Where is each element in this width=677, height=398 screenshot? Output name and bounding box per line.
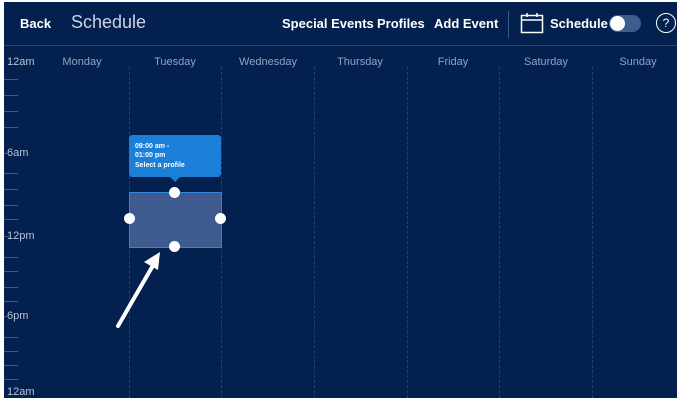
grid-top-line — [4, 45, 677, 46]
add-event-link[interactable]: Add Event — [434, 16, 498, 31]
day-header-friday: Friday — [437, 56, 469, 68]
hour-tick — [4, 337, 18, 338]
tooltip-pointer — [170, 177, 180, 182]
hour-tick — [4, 379, 18, 380]
hour-tick — [4, 111, 18, 112]
back-button[interactable]: Back — [20, 16, 51, 31]
time-label-6am: 6am — [7, 147, 29, 159]
day-header-saturday: Saturday — [523, 56, 569, 68]
schedule-toggle[interactable] — [609, 15, 641, 32]
day-column-divider — [407, 67, 408, 398]
select-profile-link[interactable]: Select a profile — [135, 162, 185, 169]
hour-tick — [4, 95, 18, 96]
day-header-sunday: Sunday — [619, 56, 657, 68]
page-title: Schedule — [71, 12, 147, 32]
day-column-divider — [499, 67, 500, 398]
time-label-12am-end: 12am — [7, 386, 35, 398]
top-bar: Back Schedule Special Events Profiles Ad… — [4, 2, 677, 45]
time-label-6pm: 6pm — [7, 310, 29, 322]
event-time-range: 09:00 am - 01:00 pm — [135, 142, 169, 160]
event-block[interactable] — [129, 192, 222, 248]
resize-handle-left[interactable] — [124, 213, 135, 224]
event-time-tooltip[interactable]: 09:00 am - 01:00 pm Select a profile — [129, 135, 221, 182]
day-header-tuesday: Tuesday — [154, 56, 196, 68]
event-start-time: 09:00 am - — [135, 143, 170, 150]
resize-handle-right[interactable] — [215, 213, 226, 224]
hour-tick — [4, 257, 18, 258]
hour-tick — [4, 287, 18, 288]
day-column-divider — [314, 67, 315, 398]
header-divider — [508, 11, 509, 38]
profiles-link[interactable]: Profiles — [377, 16, 425, 31]
resize-handle-top[interactable] — [169, 187, 180, 198]
hour-tick — [4, 351, 18, 352]
toggle-knob — [610, 16, 625, 31]
hour-tick — [4, 153, 9, 154]
day-header-thursday: Thursday — [337, 56, 383, 68]
help-icon[interactable]: ? — [656, 13, 676, 33]
event-end-time: 01:00 pm — [135, 152, 166, 159]
hour-tick — [4, 189, 18, 190]
time-label-12pm: 12pm — [7, 230, 35, 242]
hour-tick — [4, 301, 18, 302]
annotation-arrow-icon — [116, 252, 160, 328]
hour-tick — [4, 127, 18, 128]
hour-tick — [4, 205, 18, 206]
calendar-icon[interactable] — [520, 12, 544, 34]
hour-tick — [4, 79, 18, 80]
hour-tick — [4, 365, 18, 366]
time-label-12am: 12am — [7, 56, 35, 68]
schedule-toggle-label: Schedule — [550, 16, 608, 31]
day-column-divider — [592, 67, 593, 398]
day-header-monday: Monday — [62, 56, 102, 68]
hour-tick — [4, 271, 18, 272]
special-events-link[interactable]: Special Events — [282, 16, 374, 31]
hour-tick — [4, 173, 18, 174]
day-header-wednesday: Wednesday — [239, 56, 297, 68]
schedule-grid[interactable]: Monday Tuesday Wednesday Thursday Friday… — [4, 45, 677, 398]
hour-tick — [4, 316, 9, 317]
resize-handle-bottom[interactable] — [169, 241, 180, 252]
hour-tick — [4, 219, 18, 220]
hour-tick — [4, 236, 9, 237]
